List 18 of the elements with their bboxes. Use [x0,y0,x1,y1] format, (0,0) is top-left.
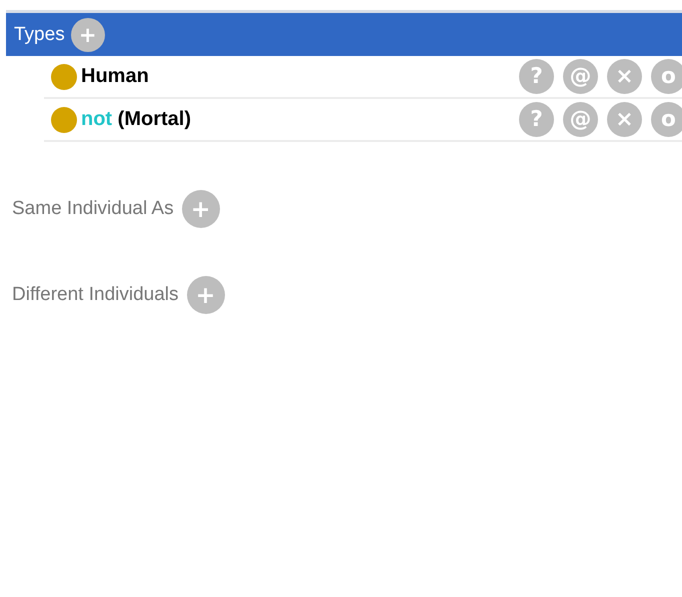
add-button[interactable]: + [70,18,105,52]
type-label: Human [81,65,149,88]
add-button[interactable]: + [182,190,220,228]
action-button[interactable]: @ [563,59,598,94]
types-title: Types [14,24,65,46]
action-button[interactable]: ? [519,102,554,137]
action-button[interactable]: @ [563,102,598,137]
section-title: Different Individuals [12,284,179,306]
add-button[interactable]: + [186,276,225,314]
section-title: Same Individual As [12,198,174,220]
type-label: not (Mortal) [81,108,191,131]
action-button[interactable]: × [607,59,642,94]
class-icon [51,106,77,132]
action-button[interactable]: × [607,102,642,137]
action-button[interactable]: o [651,59,682,94]
action-button[interactable]: o [651,102,682,137]
action-button[interactable]: ? [519,59,554,94]
class-icon [51,64,77,90]
